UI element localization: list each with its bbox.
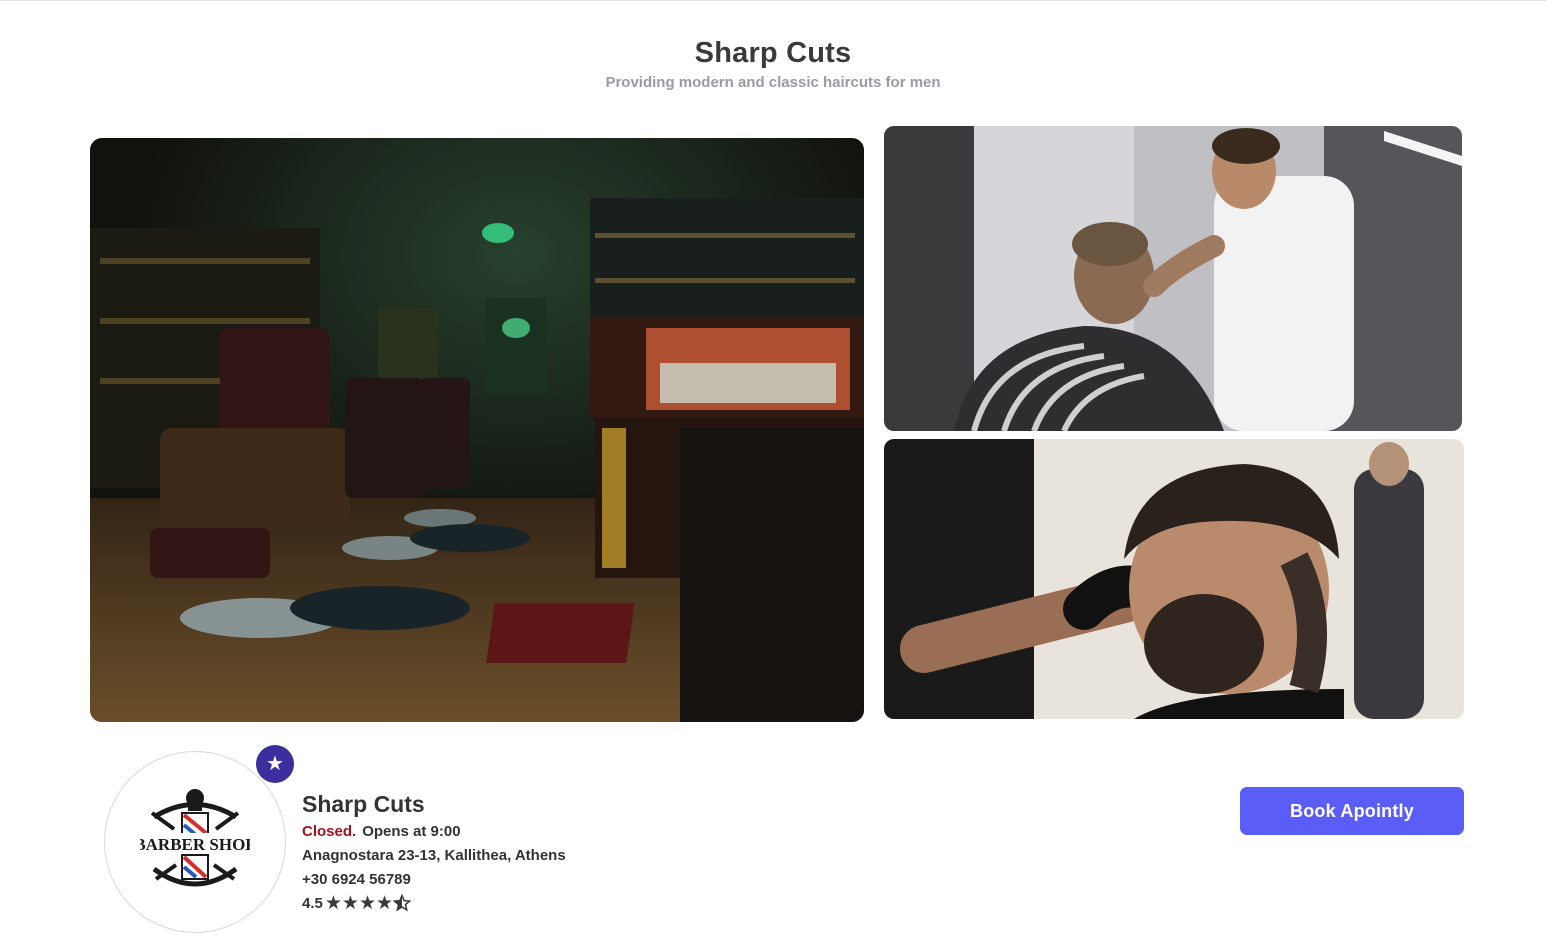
barbershop-interior-photo	[90, 138, 864, 722]
shop-logo[interactable]: BARBER SHOP	[104, 751, 286, 933]
page-header: Sharp Cuts Providing modern and classic …	[0, 35, 1546, 93]
shop-info: Sharp Cuts Closed. Opens at 9:00 Anagnost…	[302, 789, 566, 916]
rating-value: 4.5	[302, 895, 323, 912]
featured-badge: ★	[256, 745, 294, 783]
shop-phone: +30 6924 56789	[302, 871, 411, 888]
logo-text: BARBER SHOP	[140, 835, 250, 854]
barber-cutting-hair-photo	[884, 126, 1462, 431]
page-title: Sharp Cuts	[694, 37, 852, 69]
star-icon: ★	[358, 893, 376, 914]
gallery-top-photo[interactable]	[884, 126, 1462, 431]
opening-status: Closed. Opens at 9:00	[302, 820, 566, 844]
book-appointment-button[interactable]: Book Apointly	[1240, 787, 1464, 835]
star-icon: ★	[341, 893, 359, 914]
barber-pole-logo-icon: BARBER SHOP	[140, 789, 250, 887]
shop-logo-container: BARBER SHOP ★	[104, 745, 294, 933]
closed-status: Closed.	[302, 823, 357, 840]
half-star-icon	[392, 893, 412, 915]
opens-time: Opens at 9:00	[362, 823, 461, 840]
shop-address: Anagnostara 23-13, Kallithea, Athens	[302, 847, 566, 864]
star-icon: ★	[324, 893, 342, 914]
gallery-main-photo[interactable]	[90, 138, 864, 722]
shop-name: Sharp Cuts	[302, 791, 425, 817]
page-subtitle: Providing modern and classic haircuts fo…	[605, 74, 941, 91]
shop-rating: 4.5 ★ ★ ★ ★	[302, 892, 566, 916]
gallery-bottom-photo[interactable]	[884, 439, 1464, 719]
client-fade-haircut-photo	[884, 439, 1464, 719]
star-icon: ★	[376, 893, 394, 914]
star-icon: ★	[266, 753, 284, 775]
